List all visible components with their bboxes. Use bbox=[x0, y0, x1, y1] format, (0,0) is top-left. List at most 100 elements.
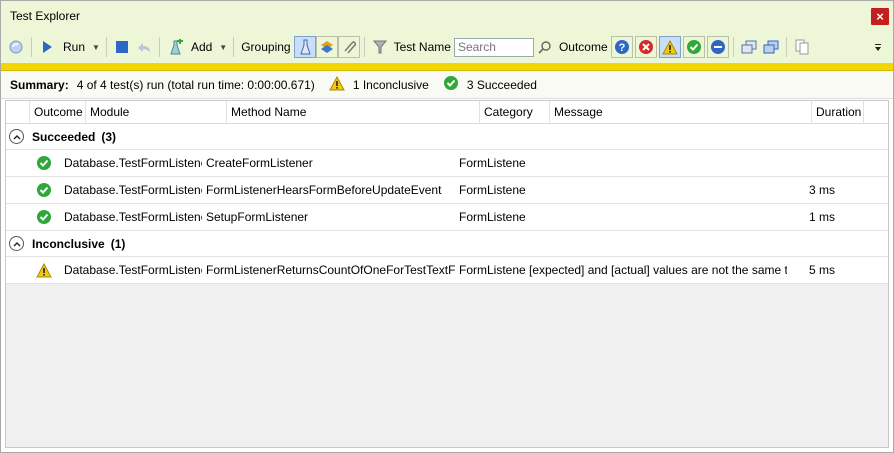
add-label: Add bbox=[190, 40, 213, 54]
outcome-label: Outcome bbox=[558, 40, 608, 54]
method-cell: FormListenerReturnsCountOfOneForTestText… bbox=[206, 263, 455, 277]
search-icon bbox=[538, 41, 551, 54]
outcome-not-run-button[interactable] bbox=[706, 36, 729, 58]
collapse-toggle-icon[interactable] bbox=[9, 236, 24, 251]
table-row[interactable]: Database.TestFormListener SetupFormListe… bbox=[6, 204, 888, 231]
passed-icon bbox=[443, 75, 459, 94]
column-header-module[interactable]: Module bbox=[86, 101, 227, 123]
message-cell: [expected] and [actual] values are not t… bbox=[529, 263, 787, 277]
toolbar: Run ▼ Add ▼ Grouping Test Name Search Ou… bbox=[1, 31, 893, 63]
run-dropdown[interactable]: Run ▼ bbox=[58, 35, 102, 59]
progress-bar bbox=[1, 63, 893, 71]
summary-bar: Summary: 4 of 4 test(s) run (total run t… bbox=[1, 71, 893, 99]
test-explorer-window: Test Explorer × Run ▼ Add ▼ Grouping Tes… bbox=[0, 0, 894, 453]
grouping-label: Grouping bbox=[241, 40, 291, 54]
outcome-passed-button[interactable] bbox=[682, 36, 705, 58]
method-cell: CreateFormListener bbox=[206, 156, 313, 170]
run-label: Run bbox=[63, 40, 86, 54]
expand-all-icon bbox=[763, 40, 779, 54]
category-cell: FormListener bbox=[459, 210, 525, 224]
group-by-category-button[interactable] bbox=[293, 36, 316, 58]
window-title: Test Explorer bbox=[10, 9, 81, 23]
stop-button[interactable] bbox=[111, 36, 133, 58]
search-button[interactable] bbox=[534, 36, 556, 58]
module-cell: Database.TestFormListener bbox=[64, 263, 202, 277]
table-row[interactable]: Database.TestFormListener FormListenerHe… bbox=[6, 177, 888, 204]
copy-button[interactable] bbox=[791, 36, 813, 58]
collapse-toggle-icon[interactable] bbox=[9, 129, 24, 144]
toolbar-overflow-button[interactable] bbox=[867, 36, 889, 58]
group-by-class-button[interactable] bbox=[315, 36, 338, 58]
column-header-duration[interactable]: Duration bbox=[812, 101, 864, 123]
not-run-icon bbox=[710, 40, 725, 54]
group-header-inconclusive[interactable]: Inconclusive (1) bbox=[6, 231, 888, 257]
outcome-unknown-button[interactable]: ? bbox=[610, 36, 633, 58]
group-by-attachment-icon bbox=[344, 41, 356, 54]
add-test-button[interactable] bbox=[164, 36, 186, 58]
toolbar-separator bbox=[158, 37, 160, 57]
group-by-category-icon bbox=[299, 39, 311, 55]
add-test-icon bbox=[170, 39, 183, 55]
column-header-category[interactable]: Category bbox=[480, 101, 550, 123]
filter-funnel-icon bbox=[372, 40, 387, 54]
category-cell: FormListener bbox=[459, 183, 525, 197]
summary-inconclusive-text: 1 Inconclusive bbox=[352, 77, 429, 92]
run-button[interactable] bbox=[36, 36, 58, 58]
outcome-inconclusive-button[interactable] bbox=[658, 36, 681, 58]
toolbar-separator bbox=[785, 37, 787, 57]
refresh-button[interactable] bbox=[5, 36, 27, 58]
column-header-message[interactable]: Message bbox=[550, 101, 812, 123]
svg-text:?: ? bbox=[618, 42, 625, 54]
toolbar-separator bbox=[31, 37, 32, 57]
group-count: (3) bbox=[101, 129, 117, 144]
title-bar: Test Explorer × bbox=[1, 1, 893, 31]
toolbar-separator bbox=[105, 37, 107, 57]
summary-succeeded[interactable]: 3 Succeeded bbox=[443, 75, 537, 94]
group-by-attachment-button[interactable] bbox=[337, 36, 360, 58]
add-dropdown[interactable]: Add ▼ bbox=[186, 35, 229, 59]
summary-inconclusive[interactable]: 1 Inconclusive bbox=[328, 75, 429, 94]
column-header-outcome[interactable]: Outcome bbox=[30, 101, 86, 123]
close-button[interactable]: × bbox=[871, 7, 889, 25]
run-play-icon bbox=[43, 41, 52, 53]
duration-cell: 1 ms bbox=[808, 210, 835, 224]
stop-icon bbox=[115, 41, 128, 53]
failed-icon bbox=[638, 40, 653, 54]
test-name-label: Test Name bbox=[393, 40, 451, 54]
passed-icon bbox=[6, 209, 60, 225]
chevron-down-icon: ▼ bbox=[219, 42, 228, 52]
search-input[interactable] bbox=[453, 37, 534, 57]
toolbar-separator bbox=[732, 37, 734, 57]
table-row[interactable]: Database.TestFormListener FormListenerRe… bbox=[6, 257, 888, 284]
summary-succeeded-text: 3 Succeeded bbox=[466, 77, 537, 92]
cancel-button[interactable] bbox=[133, 36, 155, 58]
chevron-down-icon: ▼ bbox=[92, 42, 100, 52]
filter-button[interactable] bbox=[369, 36, 391, 58]
warning-icon bbox=[328, 75, 345, 94]
refresh-icon bbox=[9, 40, 23, 54]
copy-icon bbox=[795, 39, 809, 55]
summary-label: Summary: bbox=[10, 77, 69, 92]
warning-icon bbox=[661, 39, 678, 54]
outcome-failed-button[interactable] bbox=[634, 36, 657, 58]
group-name: Succeeded bbox=[32, 129, 96, 144]
category-cell: FormListener bbox=[459, 156, 525, 170]
collapse-all-button[interactable] bbox=[738, 36, 760, 58]
passed-icon bbox=[6, 155, 60, 171]
column-header-spacer bbox=[6, 101, 30, 123]
module-cell: Database.TestFormListener bbox=[64, 210, 202, 224]
table-row[interactable]: Database.TestFormListener CreateFormList… bbox=[6, 150, 888, 177]
column-header-method-name[interactable]: Method Name bbox=[227, 101, 480, 123]
grid-header: Outcome Module Method Name Category Mess… bbox=[6, 101, 888, 124]
passed-icon bbox=[6, 182, 60, 198]
group-count: (1) bbox=[110, 236, 126, 251]
group-header-succeeded[interactable]: Succeeded (3) bbox=[6, 124, 888, 150]
summary-run-text: 4 of 4 test(s) run (total run time: 0:00… bbox=[76, 77, 315, 92]
category-cell: FormListener bbox=[459, 263, 525, 277]
question-icon: ? bbox=[614, 40, 629, 54]
duration-cell: 5 ms bbox=[808, 263, 835, 277]
cancel-undo-icon bbox=[137, 43, 150, 52]
group-name: Inconclusive bbox=[32, 236, 105, 251]
method-cell: SetupFormListener bbox=[206, 210, 309, 224]
expand-all-button[interactable] bbox=[760, 36, 782, 58]
